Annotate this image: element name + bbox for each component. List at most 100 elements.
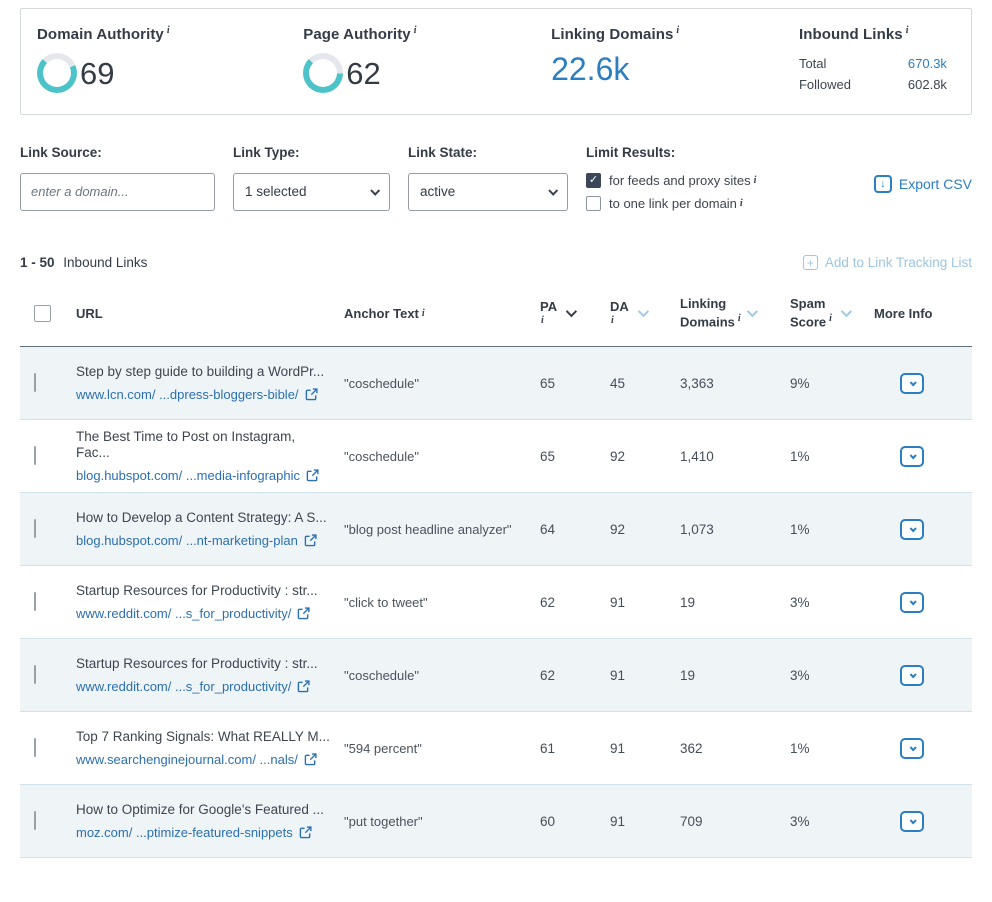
da-value: 45 [610, 376, 680, 391]
link-title: How to Develop a Content Strategy: A S..… [76, 510, 330, 526]
info-icon [754, 175, 757, 186]
more-info-button[interactable] [900, 592, 924, 613]
link-url-text: www.searchenginejournal.com/ ...nals/ [76, 752, 298, 768]
link-url[interactable]: blog.hubspot.com/ ...nt-marketing-plan [76, 533, 330, 549]
limit-results-options: for feeds and proxy sites to one link pe… [586, 173, 756, 211]
link-source-input[interactable] [20, 173, 215, 211]
spam-score-value: 3% [790, 814, 874, 829]
da-value: 91 [610, 814, 680, 829]
metrics-bar: Domain Authority 69 Page Authority 62 Li… [20, 8, 972, 115]
checkbox[interactable] [586, 196, 601, 211]
link-title: Step by step guide to building a WordPr.… [76, 364, 330, 380]
select-all-checkbox[interactable] [34, 305, 51, 322]
linking-domains-value: 19 [680, 595, 790, 610]
more-info-button[interactable] [900, 446, 924, 467]
pa-value: 65 [540, 376, 610, 391]
sort-spam-score-icon[interactable] [841, 306, 852, 317]
external-link-icon [297, 680, 310, 693]
sort-linking-domains-icon[interactable] [747, 306, 758, 317]
spam-score-value: 3% [790, 595, 874, 610]
linking-domains-value: 22.6k [551, 53, 799, 85]
chevron-down-icon [909, 379, 916, 386]
checkbox-label: for feeds and proxy sites [609, 173, 751, 188]
link-url[interactable]: blog.hubspot.com/ ...media-infographic [76, 468, 330, 484]
pa-value: 64 [540, 522, 610, 537]
info-icon [167, 25, 170, 36]
spam-score-value: 1% [790, 522, 874, 537]
metric-title: Linking Domains [551, 25, 799, 43]
page-authority-gauge [303, 53, 343, 93]
table-row: The Best Time to Post on Instagram, Fac.… [20, 420, 972, 493]
add-to-tracking-button[interactable]: Add to Link Tracking List [803, 255, 972, 270]
row-checkbox[interactable] [34, 665, 36, 684]
row-checkbox[interactable] [34, 592, 36, 611]
sort-pa-icon[interactable] [566, 306, 577, 317]
info-icon [676, 25, 679, 36]
link-url[interactable]: moz.com/ ...ptimize-featured-snippets [76, 825, 330, 841]
linking-domains-value: 1,073 [680, 522, 790, 537]
link-url[interactable]: www.lcn.com/ ...dpress-bloggers-bible/ [76, 387, 330, 403]
da-value: 91 [610, 595, 680, 610]
more-info-button[interactable] [900, 738, 924, 759]
chevron-down-icon [909, 744, 916, 751]
link-type-select[interactable]: 1 selected [233, 173, 390, 211]
link-type-value: 1 selected [245, 184, 307, 199]
link-title: Startup Resources for Productivity : str… [76, 583, 330, 599]
table-row: Step by step guide to building a WordPr.… [20, 347, 972, 420]
more-info-button[interactable] [900, 811, 924, 832]
chevron-down-icon [909, 671, 916, 678]
limit-option[interactable]: to one link per domain [586, 196, 756, 211]
chevron-down-icon [909, 452, 916, 459]
column-spam-score[interactable]: Spam Score [790, 296, 874, 330]
row-checkbox[interactable] [34, 446, 36, 465]
more-info-button[interactable] [900, 665, 924, 686]
export-csv-label: Export CSV [899, 176, 972, 192]
link-rows: Step by step guide to building a WordPr.… [20, 347, 972, 858]
link-state-select[interactable]: active [408, 173, 568, 211]
filters-bar: Link Source: Link Type: 1 selected Link … [20, 145, 972, 219]
row-checkbox[interactable] [34, 811, 36, 830]
export-csv-button[interactable]: Export CSV [874, 175, 972, 193]
link-url[interactable]: www.reddit.com/ ...s_for_productivity/ [76, 679, 330, 695]
domain-authority-gauge [37, 53, 77, 93]
table-row: Startup Resources for Productivity : str… [20, 566, 972, 639]
chevron-down-icon [909, 525, 916, 532]
pa-value: 61 [540, 741, 610, 756]
da-value: 92 [610, 449, 680, 464]
table-header: URL Anchor Text PA DA Linking Domains Sp… [20, 286, 972, 347]
table-row: Top 7 Ranking Signals: What REALLY M... … [20, 712, 972, 785]
list-header: 1 - 50 Inbound Links Add to Link Trackin… [20, 255, 972, 271]
external-link-icon [297, 607, 310, 620]
limit-option[interactable]: for feeds and proxy sites [586, 173, 756, 188]
row-checkbox[interactable] [34, 738, 36, 757]
link-title: Top 7 Ranking Signals: What REALLY M... [76, 729, 330, 745]
column-anchor-text: Anchor Text [344, 306, 540, 321]
more-info-button[interactable] [900, 519, 924, 540]
link-source-label: Link Source: [20, 145, 215, 160]
column-pa[interactable]: PA [540, 300, 610, 326]
sort-da-icon[interactable] [638, 306, 649, 317]
link-state-value: active [420, 184, 455, 199]
column-linking-domains[interactable]: Linking Domains [680, 296, 790, 330]
link-url[interactable]: www.searchenginejournal.com/ ...nals/ [76, 752, 330, 768]
link-url-text: blog.hubspot.com/ ...media-infographic [76, 468, 300, 484]
info-icon [738, 313, 741, 324]
link-title: The Best Time to Post on Instagram, Fac.… [76, 429, 330, 461]
inbound-followed-label: Followed [799, 74, 851, 95]
row-checkbox[interactable] [34, 519, 36, 538]
checkbox[interactable] [586, 173, 601, 188]
column-da[interactable]: DA [610, 300, 680, 326]
export-icon [874, 175, 892, 193]
more-info-button[interactable] [900, 373, 924, 394]
inbound-followed-value: 602.8k [908, 74, 947, 95]
anchor-text: "coschedule" [344, 376, 540, 391]
metric-linking-domains: Linking Domains 22.6k [551, 23, 799, 85]
pa-value: 62 [540, 595, 610, 610]
chevron-down-icon [370, 186, 380, 196]
table-row: Startup Resources for Productivity : str… [20, 639, 972, 712]
plus-icon [803, 255, 818, 270]
row-checkbox[interactable] [34, 373, 36, 392]
chevron-down-icon [909, 817, 916, 824]
link-url[interactable]: www.reddit.com/ ...s_for_productivity/ [76, 606, 330, 622]
anchor-text: "click to tweet" [344, 595, 540, 610]
